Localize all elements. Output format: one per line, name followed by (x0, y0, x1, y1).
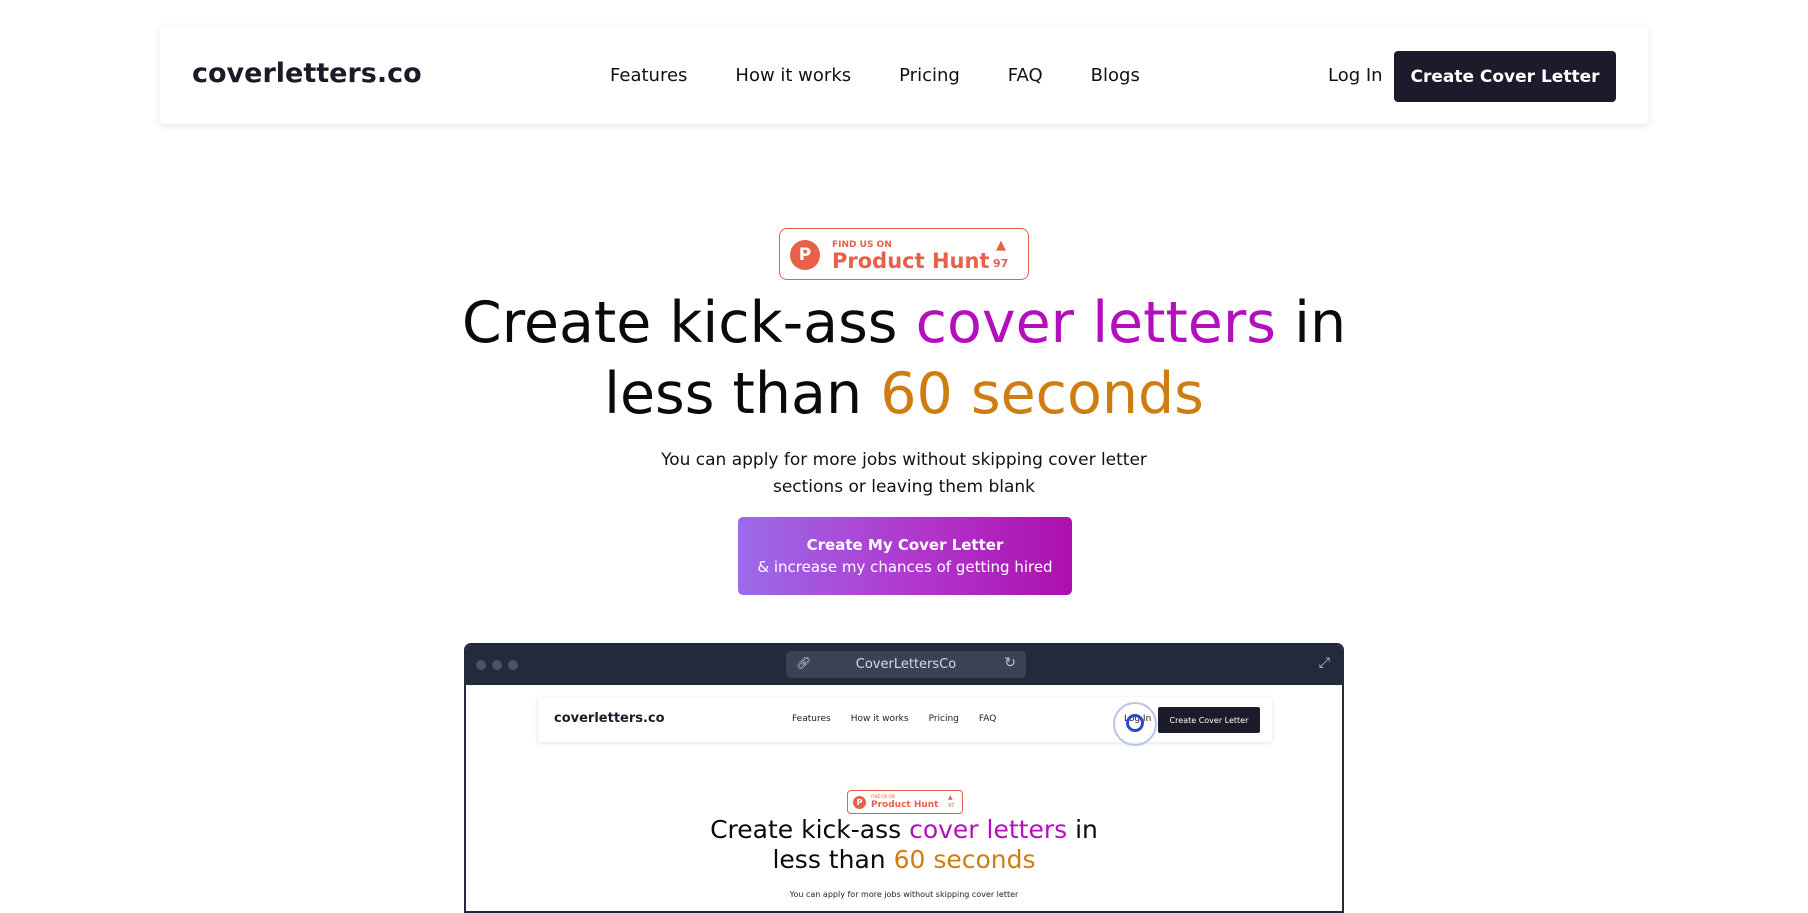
browser-toolbar: 🔗︎ CoverLettersCo ↻ ⤢ (466, 645, 1342, 685)
expand-icon[interactable]: ⤢ (1319, 655, 1330, 671)
mini-logo: coverletters.co (554, 711, 665, 726)
window-dot-icon (492, 660, 502, 670)
nav-link-blogs[interactable]: Blogs (1091, 65, 1140, 86)
hero-headline-line2: less than 60 seconds (0, 359, 1808, 430)
mini-headline-line2: less than 60 seconds (466, 845, 1342, 875)
hero-subtitle-line2: sections or leaving them blank (772, 477, 1036, 497)
mini-link-faq: FAQ (978, 714, 997, 724)
window-dot-icon (508, 660, 518, 670)
headline-text: Create kick-ass (461, 290, 916, 356)
product-hunt-logo-icon: P (790, 240, 820, 270)
mini-headline-text: less than (772, 845, 894, 874)
cursor-click-icon (1126, 714, 1144, 732)
mini-subtitle: You can apply for more jobs without skip… (789, 890, 1019, 899)
mini-product-hunt-logo-icon: P (853, 796, 866, 809)
refresh-icon[interactable]: ↻ (1004, 655, 1016, 671)
mini-product-hunt-badge: P FIND US ON Product Hunt ▲ 97 (847, 790, 963, 814)
mini-cta-button: Create Cover Letter (1158, 707, 1260, 733)
create-cover-letter-button[interactable]: Create Cover Letter (1394, 51, 1616, 102)
mini-headline-highlight: 60 seconds (893, 845, 1036, 874)
hero-subtitle-line1: You can apply for more jobs without skip… (661, 450, 1147, 470)
site-logo[interactable]: coverletters.co (192, 58, 422, 89)
hero-headline-line1: Create kick-ass cover letters in (0, 288, 1808, 359)
cta-main-sublabel: & increase my chances of getting hired (757, 558, 1053, 576)
create-my-cover-letter-button[interactable]: Create My Cover Letter & increase my cha… (738, 517, 1072, 595)
headline-highlight-60-seconds: 60 seconds (880, 361, 1204, 427)
mini-link-pricing: Pricing (928, 714, 959, 724)
mini-headline-text: Create kick-ass (710, 815, 910, 844)
product-hunt-name: Product Hunt (832, 249, 990, 273)
mini-headline-text: in (1067, 815, 1098, 844)
nav-link-pricing[interactable]: Pricing (899, 65, 960, 86)
mini-upvote-count: 97 (948, 803, 955, 809)
mini-product-hunt-find-label: FIND US ON (871, 794, 895, 799)
headline-text: in (1276, 290, 1347, 356)
mini-product-hunt-name: Product Hunt (871, 800, 939, 810)
mini-headline-highlight: cover letters (909, 815, 1068, 844)
mini-upvote-arrow-icon: ▲ (948, 794, 953, 801)
browser-preview: 🔗︎ CoverLettersCo ↻ ⤢ coverletters.co Fe… (464, 643, 1344, 913)
mini-link-features: Features (792, 714, 831, 724)
mini-link-how-it-works: How it works (850, 714, 909, 724)
product-hunt-badge[interactable]: P FIND US ON Product Hunt ▲ 97 (779, 228, 1029, 280)
hero-subtitle: You can apply for more jobs without skip… (604, 447, 1204, 501)
headline-highlight-cover-letters: cover letters (915, 290, 1276, 356)
cta-main-label: Create My Cover Letter (806, 536, 1004, 554)
mini-nav-links: Features How it works Pricing FAQ (792, 714, 996, 724)
upvote-count: 97 (993, 257, 1009, 270)
nav-link-how-it-works[interactable]: How it works (735, 65, 851, 86)
headline-text: less than (604, 361, 881, 427)
login-link[interactable]: Log In (1328, 65, 1383, 86)
window-dot-icon (476, 660, 486, 670)
nav-link-faq[interactable]: FAQ (1008, 65, 1043, 86)
mini-headline-line1: Create kick-ass cover letters in (466, 815, 1342, 845)
upvote-arrow-icon: ▲ (996, 238, 1006, 253)
mini-navbar: coverletters.co Features How it works Pr… (538, 697, 1272, 746)
nav-links: Features How it works Pricing FAQ Blogs (610, 65, 1140, 86)
url-bar[interactable]: 🔗︎ CoverLettersCo ↻ (786, 651, 1026, 678)
url-label: CoverLettersCo (855, 657, 957, 672)
nav-link-features[interactable]: Features (610, 65, 687, 86)
mini-headline: Create kick-ass cover letters in less th… (466, 815, 1342, 875)
top-navbar: coverletters.co Features How it works Pr… (160, 27, 1648, 124)
hero-headline: Create kick-ass cover letters in less th… (0, 288, 1808, 430)
